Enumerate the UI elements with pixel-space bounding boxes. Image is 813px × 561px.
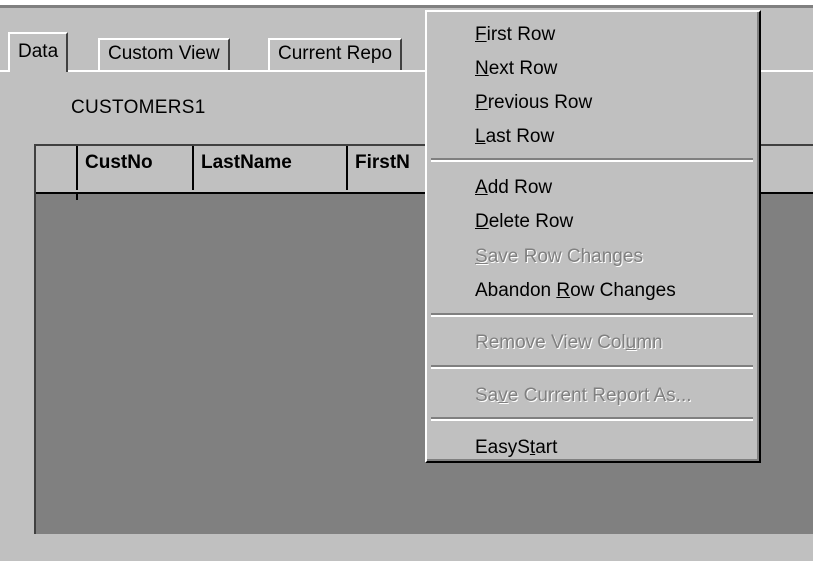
menu-item-text: irst Row (486, 24, 556, 45)
menu-item-accesskey: u (625, 332, 637, 353)
row-indicator-header (36, 146, 78, 190)
menu-item-text: Sa (475, 385, 499, 406)
menu-item-save-row-changes: Save Row Changes (475, 246, 643, 268)
context-menu: First Row Next Row Previous Row Last Row… (425, 10, 761, 463)
menu-item-next-row[interactable]: Next Row (475, 58, 557, 80)
menu-item-text: ow Changes (570, 280, 676, 301)
menu-item-text: dd Row (487, 177, 553, 198)
menu-item-accesskey: v (498, 385, 508, 406)
column-header-lastname-label: LastName (201, 152, 292, 173)
menu-separator (431, 313, 753, 317)
menu-item-accesskey: D (475, 211, 489, 232)
menu-item-delete-row[interactable]: Delete Row (475, 211, 573, 233)
menu-separator (431, 417, 753, 421)
menu-item-accesskey: S (475, 246, 488, 267)
window-top-shadow (0, 5, 813, 8)
column-header-lastname[interactable]: LastName (194, 146, 348, 190)
menu-separator (431, 365, 753, 369)
tab-current-report-label: Current Repo (278, 43, 393, 64)
menu-item-text: ave Row Changes (487, 246, 643, 267)
menu-item-last-row[interactable]: Last Row (475, 126, 554, 148)
menu-item-text: art (535, 437, 558, 458)
menu-item-text: elete Row (488, 211, 574, 232)
menu-item-text: ext Row (488, 58, 558, 79)
menu-item-save-current-report-as: Save Current Report As... (475, 385, 692, 407)
menu-item-accesskey: L (475, 126, 486, 147)
menu-item-accesskey: P (475, 92, 488, 113)
tab-current-report[interactable]: Current Repo (268, 38, 403, 70)
menu-item-text: mn (636, 332, 663, 353)
menu-separator (431, 158, 753, 162)
column-header-firstname-label: FirstN (355, 152, 410, 173)
dataset-label: CUSTOMERS1 (71, 97, 206, 118)
tab-custom-view-label: Custom View (108, 43, 220, 64)
tab-data[interactable]: Data (8, 32, 69, 72)
menu-item-accesskey: N (475, 58, 489, 79)
tab-custom-view[interactable]: Custom View (98, 38, 230, 70)
menu-item-accesskey: R (556, 280, 571, 301)
menu-item-add-row[interactable]: Add Row (475, 177, 552, 199)
menu-item-easystart[interactable]: EasyStart (475, 437, 557, 459)
menu-item-first-row[interactable]: First Row (475, 24, 555, 46)
column-header-custno-label: CustNo (85, 152, 153, 173)
status-bar (0, 534, 813, 561)
menu-item-accesskey: A (475, 177, 488, 198)
menu-item-accesskey: F (475, 24, 487, 45)
column-header-custno[interactable]: CustNo (78, 146, 194, 190)
menu-item-text: revious Row (487, 92, 593, 113)
menu-item-previous-row[interactable]: Previous Row (475, 92, 592, 114)
menu-item-text: e Current Report As... (507, 385, 692, 406)
menu-item-text: Abandon (475, 280, 557, 301)
menu-item-abandon-row-changes[interactable]: Abandon Row Changes (475, 280, 676, 302)
menu-item-remove-view-column: Remove View Column (475, 332, 663, 354)
menu-item-text: EasyS (475, 437, 530, 458)
grid-row-divider (76, 192, 78, 200)
menu-item-text: Remove View Col (475, 332, 626, 353)
tab-data-label: Data (18, 41, 59, 62)
menu-item-text: ast Row (485, 126, 555, 147)
